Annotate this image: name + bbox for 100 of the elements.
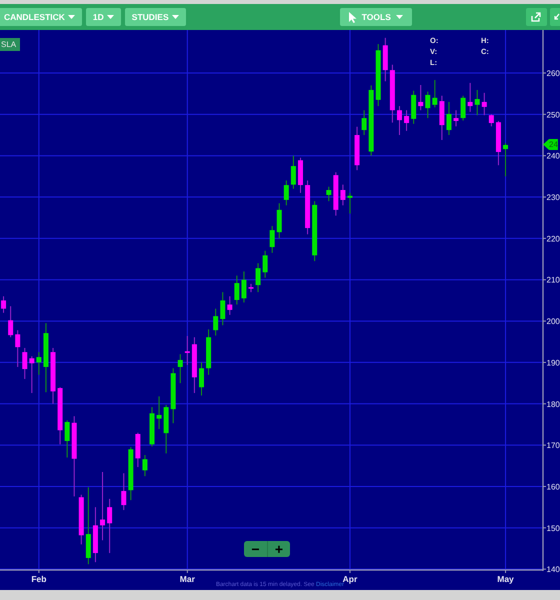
caret-icon <box>172 15 179 19</box>
date-label: Feb <box>31 574 46 584</box>
candlestick <box>8 306 14 338</box>
candlestick <box>396 106 402 136</box>
candlestick <box>256 262 261 293</box>
caret-icon <box>396 15 403 19</box>
candlestick <box>192 336 197 394</box>
candlestick <box>22 347 28 380</box>
arrow-icon <box>554 12 560 22</box>
tools-dropdown[interactable]: TOOLS <box>340 8 412 26</box>
candlestick <box>213 308 218 336</box>
candlestick <box>439 95 444 140</box>
candlestick <box>227 296 232 316</box>
share-button[interactable] <box>526 8 547 26</box>
candlestick <box>496 120 501 166</box>
candlestick <box>432 80 438 108</box>
candlestick <box>78 494 84 545</box>
collapse-button[interactable] <box>550 8 560 26</box>
candlestick <box>107 498 112 554</box>
candlestick <box>206 328 212 376</box>
candlestick <box>411 90 416 124</box>
symbol-badge: SLA <box>0 38 20 51</box>
candlestick <box>248 283 254 293</box>
candlestick <box>362 110 367 136</box>
candlestick <box>58 386 63 445</box>
price-label: 140 <box>546 565 560 574</box>
candlestick <box>234 275 240 306</box>
price-label: 160 <box>546 482 560 492</box>
candlestick <box>270 226 275 254</box>
price-label: 230 <box>546 193 560 202</box>
toolbar-dropdown[interactable]: STUDIES <box>124 8 186 26</box>
candlestick <box>220 292 226 326</box>
price-tag: 24 <box>543 138 558 150</box>
zoom-out-button[interactable]: − <box>244 541 267 557</box>
candlestick <box>142 454 148 477</box>
candlestick <box>404 110 410 132</box>
toolbar-dropdown[interactable]: 1D <box>86 8 121 26</box>
candlestick <box>135 432 140 468</box>
price-label: 190 <box>546 358 560 368</box>
candlestick <box>312 200 318 262</box>
candlestick <box>128 446 134 501</box>
candlestick <box>460 95 466 122</box>
candlestick <box>340 184 346 206</box>
candlestick <box>150 406 154 447</box>
candlestick <box>262 250 268 278</box>
price-label: 170 <box>546 441 560 450</box>
price-label: 240 <box>546 152 560 161</box>
price-label: 220 <box>546 234 560 244</box>
candlestick <box>354 126 360 171</box>
candlestick <box>29 356 34 394</box>
candlestick <box>184 335 190 366</box>
price-label: 250 <box>546 110 560 120</box>
candlestick <box>1 296 6 314</box>
candlestick <box>164 404 169 454</box>
candlestick <box>156 396 162 430</box>
candlestick <box>446 101 452 136</box>
candlestick <box>298 157 303 194</box>
candlestick <box>368 84 374 156</box>
candlestick <box>488 114 494 127</box>
candlestick <box>503 142 508 177</box>
candlestick <box>425 91 430 119</box>
candlestick <box>100 472 106 541</box>
price-label: 200 <box>546 317 560 326</box>
candlestick <box>418 84 424 111</box>
price-label: 210 <box>546 276 560 285</box>
zoom-in-button[interactable]: + <box>267 541 290 557</box>
toolbar-dropdown[interactable]: CANDLESTICK <box>0 8 82 26</box>
caret-icon <box>68 15 75 19</box>
caret-icon <box>106 15 114 19</box>
candlestick <box>170 368 176 424</box>
price-label: 150 <box>546 524 560 533</box>
cursor-icon <box>348 12 357 22</box>
candlestick <box>43 322 48 393</box>
candlestick <box>199 362 204 396</box>
candlestick <box>326 186 332 202</box>
candlestick <box>284 180 289 206</box>
candlestick <box>376 44 381 107</box>
share-icon <box>531 12 542 22</box>
candlestick <box>390 64 395 124</box>
candlestick <box>382 37 388 82</box>
candlestick <box>178 354 183 384</box>
date-label: Mar <box>180 574 195 584</box>
candlestick <box>121 472 126 511</box>
candlestick <box>454 110 459 127</box>
price-label: 180 <box>546 400 560 409</box>
candlestick <box>474 89 480 116</box>
candlestick <box>333 172 338 216</box>
date-label: Apr <box>342 574 358 584</box>
candlestick <box>482 92 487 116</box>
date-label: May <box>497 574 514 584</box>
candlestick <box>64 420 70 458</box>
candlestick <box>468 82 473 112</box>
candlestick <box>276 202 282 239</box>
price-label: 260 <box>546 69 560 78</box>
candlestick <box>36 352 42 376</box>
candlestick <box>92 506 98 563</box>
candlestick <box>305 180 310 235</box>
candlestick <box>347 192 352 214</box>
candlestick <box>50 347 56 404</box>
candlestick <box>241 270 246 303</box>
